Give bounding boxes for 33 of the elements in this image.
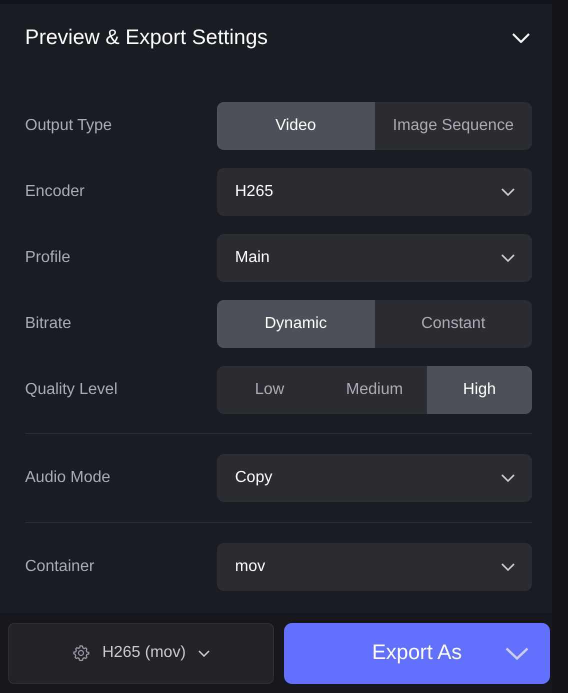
dropdown-select[interactable]: H265 — [217, 168, 532, 216]
field-label: Encoder — [25, 183, 86, 201]
segment-option[interactable]: High — [427, 366, 532, 414]
select-value: H265 — [235, 183, 274, 201]
caret-icon — [198, 650, 210, 656]
segment-option[interactable]: Video — [217, 102, 374, 150]
preset-button[interactable]: H265 (mov) — [8, 622, 274, 684]
field-label: Bitrate — [25, 315, 72, 333]
caret-icon — [505, 646, 529, 660]
segment-option[interactable]: Constant — [374, 300, 532, 348]
select-value: mov — [235, 558, 266, 576]
field-label: Profile — [25, 249, 72, 267]
field-label: Quality Level — [25, 381, 118, 399]
segment-option[interactable]: Image Sequence — [374, 102, 532, 150]
panel-title: Preview & Export Settings — [25, 26, 268, 50]
segment-option[interactable]: Low — [217, 366, 322, 414]
export-button[interactable]: Export As — [284, 622, 550, 684]
caret-icon — [501, 563, 515, 571]
caret-icon — [501, 188, 515, 196]
select-value: Copy — [235, 469, 272, 487]
caret-icon — [501, 254, 515, 262]
field-label: Audio Mode — [25, 469, 112, 487]
field-label: Container — [25, 558, 96, 576]
field-label: Output Type — [25, 117, 113, 135]
segment-option[interactable]: Medium — [322, 366, 427, 414]
dropdown-select[interactable]: Copy — [217, 454, 532, 502]
segment-option[interactable]: Dynamic — [217, 300, 374, 348]
caret-icon — [501, 474, 515, 482]
select-value: Main — [235, 249, 270, 267]
dropdown-select[interactable]: mov — [217, 543, 532, 591]
gear-icon — [72, 644, 90, 662]
dropdown-select[interactable]: Main — [217, 234, 532, 282]
chevron-icon[interactable] — [512, 33, 530, 43]
